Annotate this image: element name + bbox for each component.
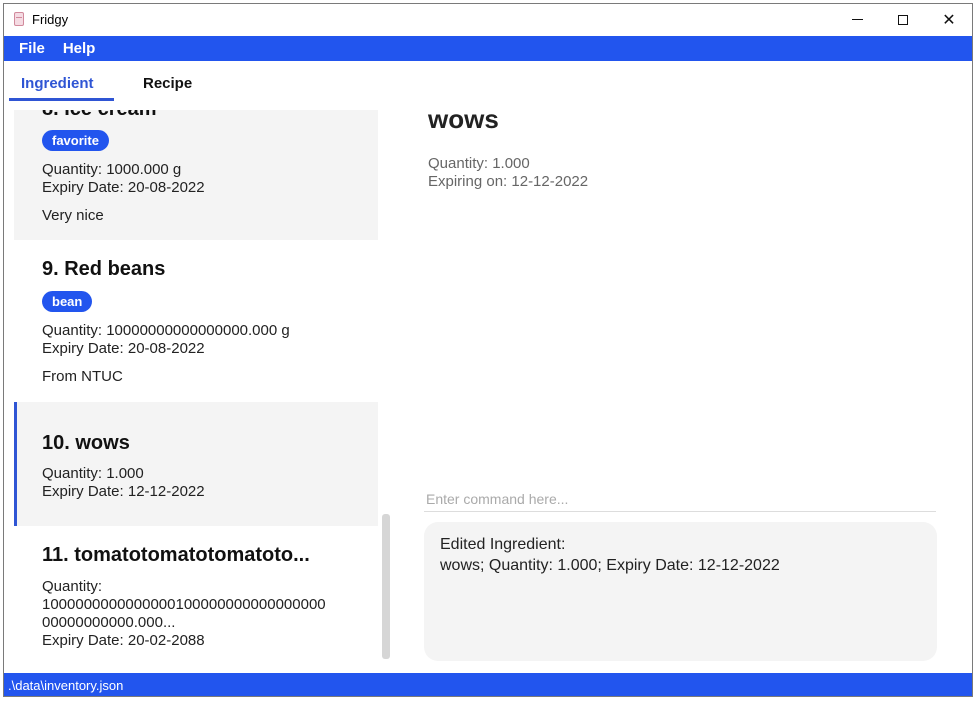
ingredient-expiry: Expiry Date: 20-08-2022 xyxy=(42,340,205,357)
maximize-icon xyxy=(898,14,908,25)
ingredient-quantity: 1000000000000000100000000000000000 xyxy=(42,596,326,613)
list-item-selected[interactable]: 10. wows Quantity: 1.000 Expiry Date: 12… xyxy=(14,402,378,526)
menu-help[interactable]: Help xyxy=(63,40,96,57)
tab-recipe[interactable]: Recipe xyxy=(143,75,192,92)
tab-ingredient[interactable]: Ingredient xyxy=(21,75,94,92)
ingredient-remark: Very nice xyxy=(42,207,104,224)
maximize-button[interactable] xyxy=(880,4,926,35)
ingredient-expiry: Expiry Date: 20-08-2022 xyxy=(42,179,205,196)
ingredient-quantity-continued: 00000000000.000... xyxy=(42,614,176,631)
command-input[interactable] xyxy=(424,486,936,512)
detail-quantity: Quantity: 1.000 xyxy=(428,155,530,172)
app-window: Fridgy ✕ File Help Ingredient Recipe 8. … xyxy=(3,3,973,697)
result-display: Edited Ingredient: wows; Quantity: 1.000… xyxy=(424,522,937,661)
ingredient-title: 9. Red beans xyxy=(42,258,166,280)
menu-bar: File Help xyxy=(4,36,972,61)
list-item[interactable]: 9. Red beans bean Quantity: 100000000000… xyxy=(14,240,378,402)
window-title: Fridgy xyxy=(32,12,69,27)
ingredient-expiry: Expiry Date: 12-12-2022 xyxy=(42,483,205,500)
status-bar: .\data\inventory.json xyxy=(4,673,972,696)
ingredient-title: 8. Ice cream xyxy=(42,110,157,121)
ingredient-title: 11. tomatotomatotomatoto... xyxy=(42,544,310,566)
tag-badge: bean xyxy=(42,291,93,312)
tab-bar: Ingredient Recipe xyxy=(4,61,384,101)
active-tab-indicator xyxy=(9,98,114,101)
ingredient-remark: From NTUC xyxy=(42,368,123,385)
menu-file[interactable]: File xyxy=(19,40,45,57)
ingredient-quantity: Quantity: 1000.000 g xyxy=(42,161,182,178)
detail-expiring: Expiring on: 12-12-2022 xyxy=(428,173,589,190)
minimize-icon xyxy=(851,19,863,20)
minimize-button[interactable] xyxy=(834,4,880,35)
list-item[interactable]: 11. tomatotomatotomatoto... Quantity: 10… xyxy=(14,526,378,672)
result-line-1: Edited Ingredient: xyxy=(440,536,566,553)
close-button[interactable]: ✕ xyxy=(926,4,972,35)
ingredient-quantity-label: Quantity: xyxy=(42,578,103,595)
result-line-2: wows; Quantity: 1.000; Expiry Date: 12-1… xyxy=(440,557,780,574)
status-file-path: .\data\inventory.json xyxy=(8,678,124,693)
fridge-icon xyxy=(14,12,24,26)
ingredient-list[interactable]: 8. Ice cream favorite Quantity: 1000.000… xyxy=(14,110,378,672)
list-item[interactable]: 8. Ice cream favorite Quantity: 1000.000… xyxy=(14,110,378,240)
ingredient-title: 10. wows xyxy=(42,432,130,454)
ingredient-quantity: Quantity: 1.000 xyxy=(42,465,144,482)
detail-ingredient-name: wows xyxy=(428,104,499,134)
ingredient-expiry: Expiry Date: 20-02-2088 xyxy=(42,632,205,649)
title-bar: Fridgy ✕ xyxy=(4,4,972,36)
ingredient-quantity: Quantity: 10000000000000000.000 g xyxy=(42,322,290,339)
tag-badge: favorite xyxy=(42,130,109,151)
list-scrollbar[interactable] xyxy=(382,514,390,659)
close-icon: ✕ xyxy=(942,11,956,29)
